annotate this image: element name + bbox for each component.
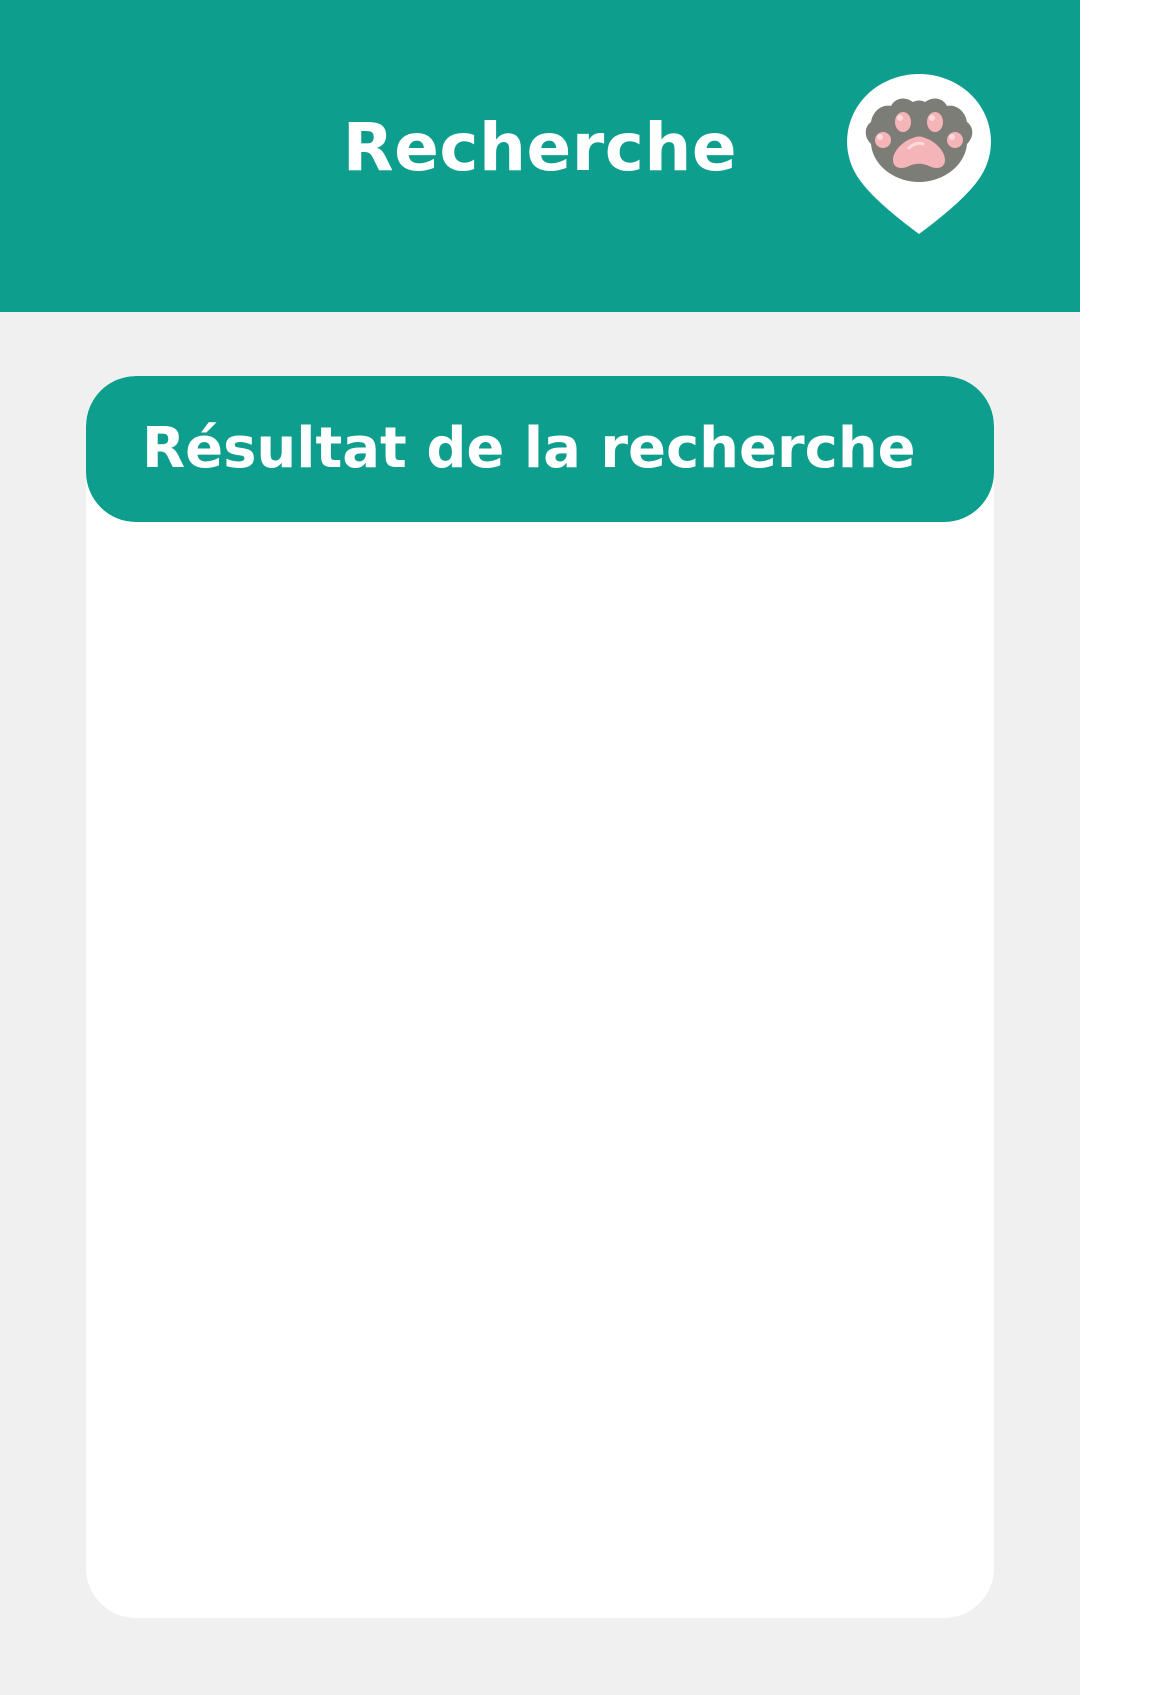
results-title: Résultat de la recherche xyxy=(142,416,916,481)
results-list xyxy=(86,522,994,1618)
paw-pin-icon[interactable] xyxy=(843,70,995,236)
results-card-header: Résultat de la recherche xyxy=(86,376,994,522)
app-header: Recherche xyxy=(0,0,1080,312)
search-screen: Recherche Résultat de la recherche xyxy=(0,0,1080,1695)
search-results-card: Résultat de la recherche xyxy=(86,376,994,1618)
page-title: Recherche xyxy=(342,109,738,186)
